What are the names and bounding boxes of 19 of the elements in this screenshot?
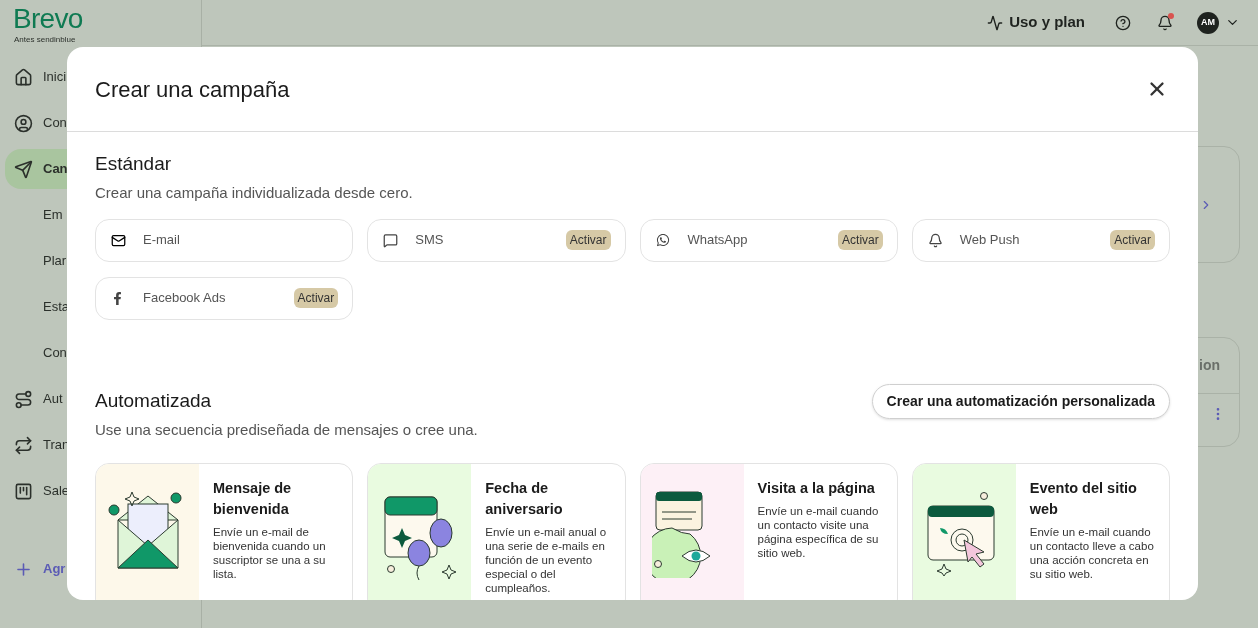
card-title: Fecha de aniversario [485, 479, 564, 519]
card-description: Envíe un e-mail anual o una serie de e-mails en función de un evento especial o del cumpleaños. [485, 525, 608, 595]
card-description: Envíe un e-mail cuando un contacto lleve a cabo una acción concreta en su sitio web. [1029, 525, 1155, 581]
modal-title: Crear una campaña [95, 75, 290, 104]
activate-badge: Activar [1110, 230, 1155, 250]
section-description: Crear una campaña individualizada desde cero. [95, 183, 414, 203]
activate-badge: Activar [838, 230, 883, 250]
card-title: Evento del sitio web [1029, 479, 1138, 519]
card-title: Visita a la página [757, 479, 876, 498]
section-heading: Estándar [95, 152, 173, 176]
section-heading: Automatizada [95, 389, 212, 413]
card-description: Envíe un e-mail cuando un contacto visite una página específica de su sitio web. [757, 504, 880, 560]
activate-badge: Activar [293, 288, 339, 308]
brand-tagline: Antes sendinblue [13, 35, 77, 45]
column-header: ion [1199, 356, 1220, 375]
card-title: Mensaje de bienvenida [213, 479, 293, 519]
activate-badge: Activar [565, 230, 611, 250]
section-description: Use una secuencia prediseñada de mensajes o cree una. [95, 419, 479, 440]
card-description: Envíe un e-mail de bienvenida cuando un suscriptor se una a su lista. [213, 525, 327, 581]
